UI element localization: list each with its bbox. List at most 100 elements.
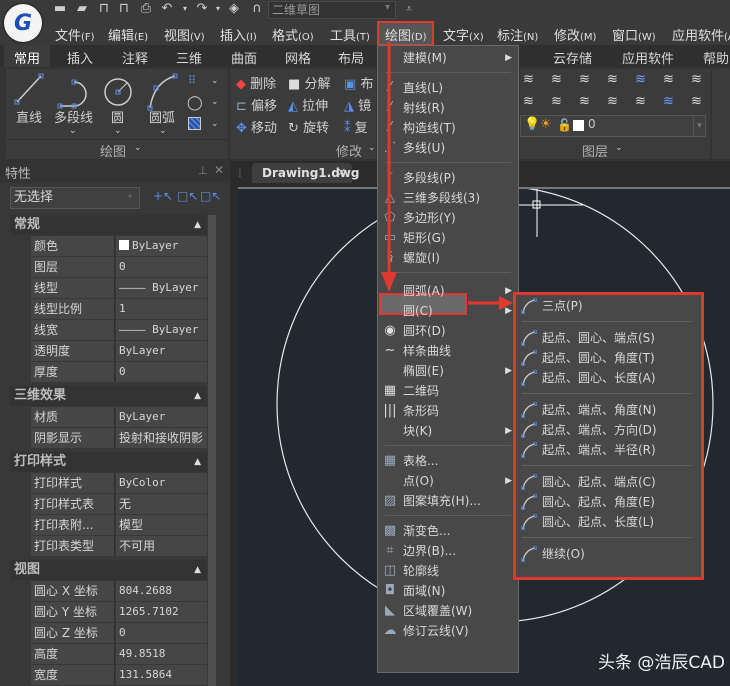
menu-2[interactable]: 视图(V) [164, 25, 205, 44]
property-row[interactable]: 阴影显示 投射和接收阴影 [10, 428, 207, 449]
chevron-down-icon[interactable]: ▾ [128, 192, 132, 201]
property-value[interactable]: 1265.7102 [116, 602, 207, 622]
tool-arc-label[interactable]: 圆弧 [149, 107, 175, 126]
layer-unlock-icon[interactable]: ≋ [579, 72, 590, 87]
chevron-down-icon[interactable]: ⌄ [69, 126, 77, 136]
property-value[interactable]: 1 [116, 299, 207, 319]
property-value[interactable]: ByLayer [116, 236, 207, 256]
arc-menu-item[interactable]: 起点、端点、角度(N) [516, 400, 701, 420]
section-header[interactable]: 三维效果 ▲ [10, 386, 207, 406]
section-header[interactable]: 常规 ▲ [10, 215, 207, 235]
layer-isolate-icon[interactable]: ≋ [551, 72, 562, 87]
arc-menu-item[interactable]: 继续(O) [516, 544, 701, 564]
close-icon[interactable]: ✕ [214, 163, 224, 177]
collapse-icon[interactable]: ▲ [194, 560, 201, 580]
tool-move[interactable]: ✥ 移动 [236, 117, 277, 136]
property-value[interactable]: ———— ByLayer [116, 278, 207, 298]
ribbon-tab-4[interactable]: 曲面 [231, 48, 257, 67]
arc-menu-item[interactable]: 圆心、起点、端点(C) [516, 472, 701, 492]
draw-menu-item[interactable]: ⌗ 边界(B)... [377, 541, 517, 561]
layer-settings-icon[interactable]: ≋ [691, 72, 702, 87]
property-value[interactable]: 804.2688 [116, 581, 207, 601]
tool-rotate[interactable]: ↻ 旋转 [288, 117, 329, 136]
property-row[interactable]: 圆心 X 坐标 804.2688 [10, 581, 207, 602]
redo-icon[interactable]: ↷ [195, 2, 209, 16]
draw-menu-item[interactable]: ◘ 面域(N) [377, 581, 517, 601]
menu-11[interactable]: 应用软件(A) [672, 25, 730, 44]
chevron-down-icon[interactable]: ▾ [385, 2, 390, 13]
headset-icon[interactable]: ∩ [250, 2, 264, 16]
chevron-down-icon[interactable]: ⌄ [615, 143, 623, 153]
ribbon-tab-0[interactable]: 常用 [14, 48, 40, 67]
layer-states-icon[interactable]: ≋ [663, 94, 674, 109]
property-value[interactable]: 无 [116, 494, 207, 514]
tool-explode[interactable]: ■ 分解 [288, 73, 330, 92]
chevron-down-icon[interactable]: ⌄ [114, 126, 122, 136]
app-logo[interactable]: G [4, 4, 42, 42]
property-row[interactable]: 线型比例 1 [10, 299, 207, 320]
arc-menu-item[interactable]: 起点、圆心、端点(S) [516, 328, 701, 348]
tool-stretch[interactable]: ◭ 拉伸 [288, 95, 328, 114]
menu-10[interactable]: 窗口(W) [612, 25, 656, 44]
property-row[interactable]: 打印样式 ByColor [10, 473, 207, 494]
property-value[interactable]: ByColor [116, 473, 207, 493]
tool-array[interactable]: ▣ 布 [344, 73, 373, 92]
bulb-icon[interactable]: 💡 [524, 117, 540, 132]
tool-mirror[interactable]: ◮ 镜 [344, 95, 371, 114]
section-header[interactable]: 视图 ▲ [10, 560, 207, 580]
layer-match-icon[interactable]: ≋ [607, 72, 618, 87]
layer-previous-icon[interactable]: ≋ [663, 72, 674, 87]
layer-panel-title[interactable]: 图层 [582, 141, 608, 160]
property-value[interactable]: ———— ByLayer [116, 320, 207, 340]
ribbon-tab-3[interactable]: 三维 [176, 48, 202, 67]
open-folder-icon[interactable]: ▰ [75, 2, 89, 16]
property-row[interactable]: 颜色 ByLayer [10, 236, 207, 257]
property-row[interactable]: 线宽 ———— ByLayer [10, 320, 207, 341]
property-value[interactable]: 模型 [116, 515, 207, 535]
unlock-icon[interactable]: 🔓 [557, 118, 572, 132]
arc-menu-item[interactable]: 起点、端点、方向(D) [516, 420, 701, 440]
chevron-down-icon[interactable]: ▾ [211, 2, 225, 16]
property-row[interactable]: 图层 0 [10, 257, 207, 278]
property-value[interactable]: ByLayer [116, 407, 207, 427]
sun-icon[interactable]: ☀ [540, 117, 552, 132]
ellipse-icon[interactable]: ◯ [187, 95, 203, 111]
section-header[interactable]: 打印样式 ▲ [10, 452, 207, 472]
layer-current-icon[interactable]: ≋ [635, 72, 646, 87]
draw-menu-item[interactable]: ◉ 圆环(D) [377, 321, 517, 341]
print-icon[interactable]: ⎙ [139, 2, 153, 16]
tool-erase[interactable]: ◆ 删除 [236, 73, 276, 92]
array-icon[interactable]: ⠿ [188, 74, 196, 87]
property-row[interactable]: 圆心 Z 坐标 0 [10, 623, 207, 644]
tab-scroll-handle[interactable]: ⁞ [238, 166, 242, 180]
menu-3[interactable]: 插入(I) [220, 25, 257, 44]
property-value[interactable]: 0 [116, 257, 207, 277]
property-value[interactable]: 131.5864 [116, 665, 207, 685]
chevron-down-icon[interactable]: ⌄ [211, 97, 219, 107]
property-value[interactable]: 0 [116, 623, 207, 643]
property-row[interactable]: 厚度 0 [10, 362, 207, 383]
property-value[interactable]: ByLayer [116, 341, 207, 361]
menu-4[interactable]: 格式(O) [272, 25, 314, 44]
select-objects-icon[interactable]: □↖ [177, 189, 198, 203]
arc-menu-item[interactable]: 起点、端点、半径(R) [516, 440, 701, 460]
property-row[interactable]: 透明度 ByLayer [10, 341, 207, 362]
arc-menu-item[interactable]: 圆心、起点、角度(E) [516, 492, 701, 512]
close-tab-icon[interactable]: ✕ [337, 166, 346, 179]
tool-polyline-label[interactable]: 多段线 [54, 107, 93, 126]
layer-thaw-icon[interactable]: ≋ [551, 94, 562, 109]
new-file-icon[interactable]: ▬ [53, 2, 67, 16]
draw-menu-item[interactable]: ▦ 表格... [377, 451, 517, 471]
draw-menu-item[interactable]: ☁ 修订云线(V) [377, 621, 517, 641]
draw-menu-item[interactable]: ||| 条形码 [377, 401, 517, 421]
draw-menu-item[interactable]: ▩ 渐变色... [377, 521, 517, 541]
layers-icon[interactable]: ◈ [227, 2, 241, 16]
menu-5[interactable]: 工具(T) [330, 25, 370, 44]
menu-1[interactable]: 编辑(E) [108, 25, 148, 44]
draw-menu-item[interactable]: ∼ 样条曲线 [377, 341, 517, 361]
chevron-down-icon[interactable]: ⌄ [211, 119, 219, 129]
arc-menu-item[interactable]: 起点、圆心、角度(T) [516, 348, 701, 368]
ribbon-tab-9[interactable]: 帮助 [703, 48, 729, 67]
property-row[interactable]: 打印表类型 不可用 [10, 536, 207, 557]
property-row[interactable]: 线型 ———— ByLayer [10, 278, 207, 299]
